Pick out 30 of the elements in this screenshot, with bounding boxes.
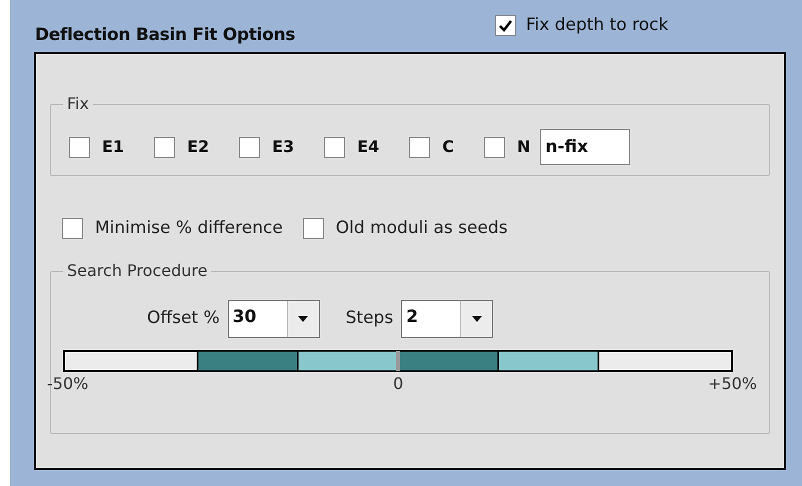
checkbox-label: Minimise % difference: [95, 217, 283, 240]
checkbox[interactable]: [495, 14, 516, 36]
checkbox-label: E3: [272, 136, 294, 158]
checkbox[interactable]: [409, 136, 430, 158]
checkbox[interactable]: [324, 136, 346, 158]
checkbox[interactable]: [154, 136, 176, 158]
checkbox-label: N: [517, 136, 530, 158]
checkbox-label: E2: [187, 136, 210, 158]
checkbox-label: E4: [357, 136, 380, 158]
checkbox-label: E1: [102, 136, 124, 158]
checkbox-label: C: [442, 136, 454, 158]
checkbox[interactable]: [484, 136, 505, 158]
scale-label: +50%: [708, 372, 757, 394]
checkbox-label: Fix depth to rock: [526, 14, 668, 36]
checkbox[interactable]: [62, 218, 83, 240]
checkbox-label: Old moduli as seeds: [336, 217, 508, 240]
checkbox[interactable]: [69, 136, 90, 158]
n-fix-field[interactable]: n-fix: [540, 129, 630, 165]
caret-down-icon: [297, 314, 310, 322]
checkbox[interactable]: [302, 218, 324, 240]
panel-title: Deflection Basin Fit Options: [35, 24, 296, 46]
dropdown[interactable]: 30: [228, 300, 320, 338]
offset-label: Offset %: [147, 306, 220, 330]
caret-down-icon: [470, 314, 483, 322]
scale-label: 0: [393, 372, 404, 394]
checkmark-icon: [498, 18, 513, 33]
steps-label: Steps: [346, 306, 394, 330]
scale-label: -50%: [47, 372, 88, 394]
checkbox[interactable]: [239, 136, 260, 158]
dropdown[interactable]: 2: [401, 300, 494, 338]
